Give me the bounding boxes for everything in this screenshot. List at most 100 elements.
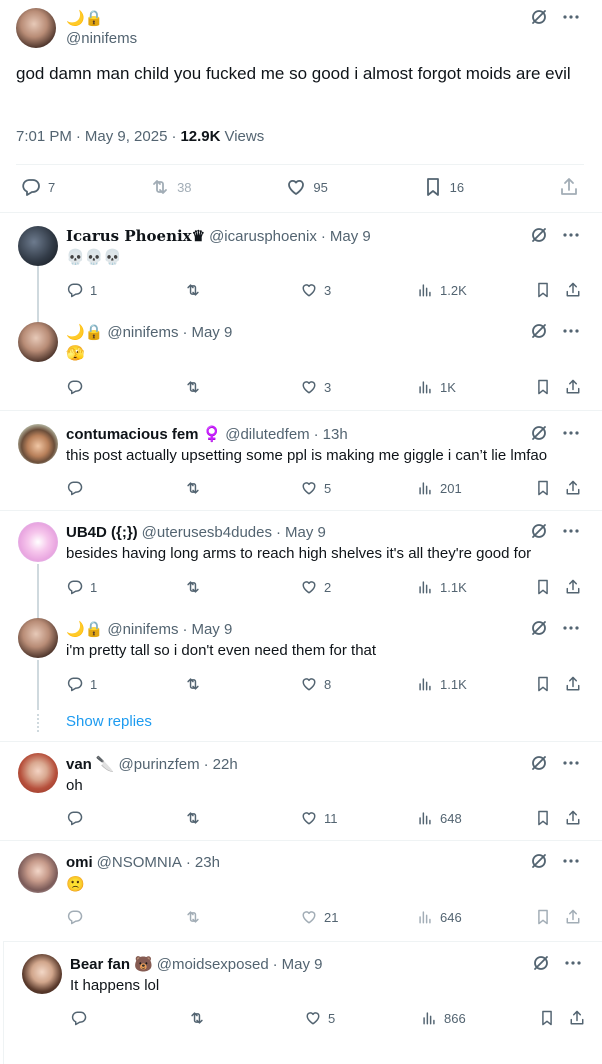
grok-slash-icon[interactable]	[530, 424, 548, 442]
grok-slash-icon[interactable]	[530, 754, 548, 772]
share-button[interactable]	[564, 907, 582, 927]
avatar[interactable]	[18, 753, 58, 793]
reply-post[interactable]: omi @NSOMNIA · 23h 🙁 21 646	[0, 842, 602, 941]
reply-button[interactable]	[66, 377, 90, 397]
display-name[interactable]: omi	[66, 854, 93, 871]
repost-button[interactable]	[184, 377, 208, 397]
like-button[interactable]: 8	[300, 674, 331, 694]
display-name[interactable]: contumacious fem	[66, 426, 199, 443]
repost-button[interactable]	[184, 674, 208, 694]
reply-button[interactable]	[66, 478, 90, 498]
repost-button[interactable]	[184, 808, 208, 828]
reply-button[interactable]: 1	[66, 577, 97, 597]
views-button[interactable]: 1.2K	[416, 280, 467, 300]
bookmark-button[interactable]	[534, 808, 552, 828]
bookmark-button[interactable]	[538, 1008, 556, 1028]
share-button[interactable]	[558, 176, 580, 198]
post-time[interactable]: 7:01 PM	[16, 128, 72, 145]
display-name[interactable]: 🌙🔒	[66, 323, 103, 341]
share-button[interactable]	[564, 280, 582, 300]
bookmark-button[interactable]	[534, 907, 552, 927]
bookmark-button[interactable]	[534, 674, 552, 694]
reply-post[interactable]: contumacious fem ♀️ @dilutedfem · 13h th…	[0, 412, 602, 511]
post-date[interactable]: 22h	[213, 756, 238, 773]
post-date[interactable]: May 9	[285, 524, 326, 541]
more-dots-icon[interactable]	[562, 8, 580, 26]
more-dots-icon[interactable]	[564, 954, 582, 972]
handle[interactable]: @purinzfem	[119, 756, 200, 773]
bookmark-button[interactable]	[534, 377, 552, 397]
like-button[interactable]: 11	[300, 808, 338, 828]
avatar[interactable]	[18, 424, 58, 464]
more-dots-icon[interactable]	[562, 619, 580, 637]
bookmark-button[interactable]	[534, 280, 552, 300]
handle[interactable]: @ninifems	[107, 324, 178, 341]
bookmark-button[interactable]	[534, 478, 552, 498]
reply-button[interactable]	[66, 907, 90, 927]
repost-button[interactable]	[188, 1008, 212, 1028]
reply-post[interactable]: UB4D ({;}) @uterusesb4dudes · May 9 besi…	[0, 512, 602, 610]
post-date[interactable]: May 9	[191, 324, 232, 341]
handle[interactable]: @dilutedfem	[225, 426, 309, 443]
display-name[interactable]: UB4D ({;})	[66, 524, 138, 541]
handle[interactable]: @uterusesb4dudes	[142, 524, 272, 541]
share-button[interactable]	[564, 808, 582, 828]
avatar[interactable]	[16, 8, 56, 48]
bookmark-button[interactable]: 16	[422, 176, 464, 198]
more-dots-icon[interactable]	[562, 852, 580, 870]
reply-button[interactable]	[70, 1008, 94, 1028]
share-button[interactable]	[564, 478, 582, 498]
post-date[interactable]: May 9	[282, 956, 323, 973]
handle[interactable]: @ninifems	[107, 621, 178, 638]
avatar[interactable]	[22, 954, 62, 994]
views-button[interactable]: 866	[420, 1008, 466, 1028]
share-button[interactable]	[564, 377, 582, 397]
views-button[interactable]: 201	[416, 478, 462, 498]
reply-post[interactable]: Bear fan 🐻 @moidsexposed · May 9 It happ…	[3, 941, 602, 1064]
reply-button[interactable]	[66, 808, 90, 828]
like-button[interactable]: 5	[304, 1008, 335, 1028]
grok-slash-icon[interactable]	[530, 8, 548, 26]
more-dots-icon[interactable]	[562, 754, 580, 772]
views-button[interactable]: 1.1K	[416, 577, 467, 597]
reply-button[interactable]: 7	[20, 176, 55, 198]
avatar[interactable]	[18, 853, 58, 893]
post-date[interactable]: May 9	[330, 228, 371, 245]
repost-button[interactable]: 38	[149, 176, 192, 198]
main-post-display-name[interactable]: 🌙🔒	[66, 8, 103, 28]
main-post-handle[interactable]: @ninifems	[66, 30, 137, 47]
grok-slash-icon[interactable]	[530, 619, 548, 637]
more-dots-icon[interactable]	[562, 322, 580, 340]
post-date[interactable]: 23h	[195, 854, 220, 871]
more-dots-icon[interactable]	[562, 226, 580, 244]
bookmark-button[interactable]	[534, 577, 552, 597]
repost-button[interactable]	[184, 280, 208, 300]
repost-button[interactable]	[184, 478, 208, 498]
like-button[interactable]: 95	[285, 176, 328, 198]
more-dots-icon[interactable]	[562, 424, 580, 442]
post-date[interactable]: 13h	[323, 426, 348, 443]
avatar[interactable]	[18, 322, 58, 362]
reply-button[interactable]: 1	[66, 280, 97, 300]
grok-slash-icon[interactable]	[530, 522, 548, 540]
reply-button[interactable]: 1	[66, 674, 97, 694]
grok-slash-icon[interactable]	[532, 954, 550, 972]
views-button[interactable]: 646	[416, 907, 462, 927]
show-replies-link[interactable]: Show replies	[66, 713, 152, 730]
share-button[interactable]	[564, 577, 582, 597]
post-date[interactable]: May 9	[191, 621, 232, 638]
views-button[interactable]: 1K	[416, 377, 456, 397]
grok-slash-icon[interactable]	[530, 852, 548, 870]
share-button[interactable]	[568, 1008, 586, 1028]
views-button[interactable]: 1.1K	[416, 674, 467, 694]
avatar[interactable]	[18, 618, 58, 658]
like-button[interactable]: 21	[300, 907, 338, 927]
share-button[interactable]	[564, 674, 582, 694]
reply-post[interactable]: 🌙🔒 @ninifems · May 9 🫣 3 1K	[0, 312, 602, 411]
avatar[interactable]	[18, 226, 58, 266]
more-dots-icon[interactable]	[562, 522, 580, 540]
display-name[interactable]: van	[66, 756, 92, 773]
like-button[interactable]: 5	[300, 478, 331, 498]
handle[interactable]: @moidsexposed	[157, 956, 269, 973]
reply-post[interactable]: 𝐈𝐜𝐚𝐫𝐮𝐬 𝐏𝐡𝐨𝐞𝐧𝐢𝐱♛ @icarusphoenix · May 9 💀…	[0, 214, 602, 312]
